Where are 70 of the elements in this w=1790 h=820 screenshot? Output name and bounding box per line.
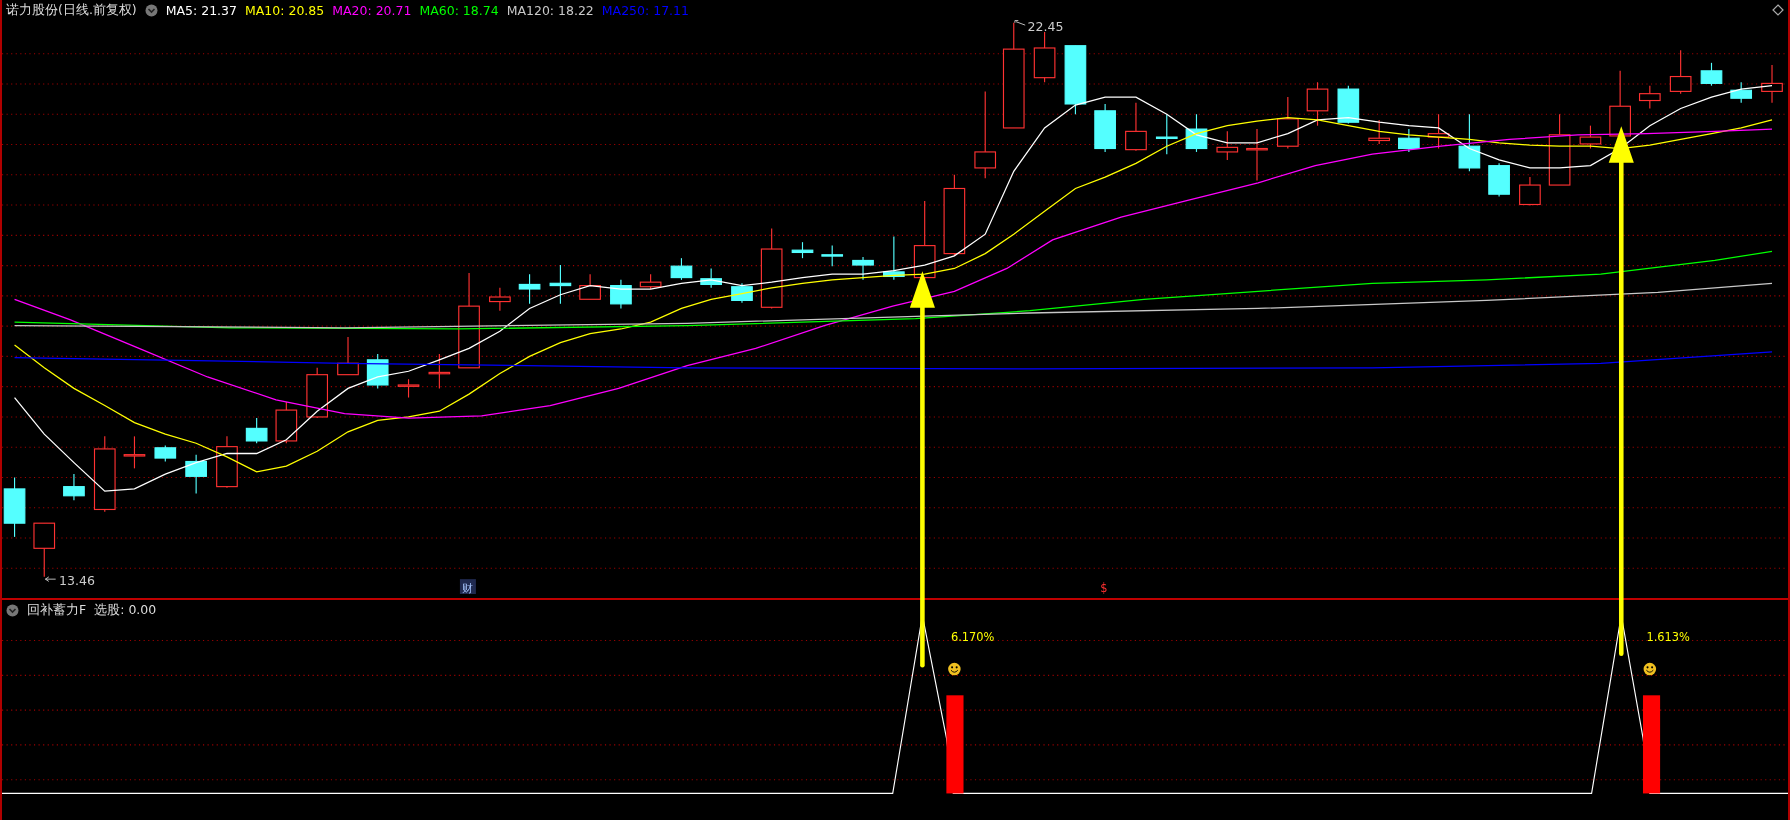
candlestick: [123, 435, 146, 469]
diamond-icon[interactable]: [1772, 4, 1784, 16]
candlestick: [1155, 113, 1178, 155]
candlestick: [1458, 113, 1481, 172]
candlestick: [185, 454, 207, 495]
candlestick: [1216, 130, 1239, 161]
candlestick: [1185, 113, 1208, 153]
candlestick: [1094, 103, 1116, 153]
indicator-title: 回补蓄力F: [27, 601, 87, 619]
high-price-label: 22.45: [1027, 20, 1064, 34]
candlestick: [1700, 62, 1723, 87]
candlestick: [1579, 125, 1602, 150]
candlestick: [1398, 128, 1420, 153]
candlestick: [670, 257, 693, 281]
candlestick: [1125, 102, 1147, 152]
candlestick: [489, 287, 511, 312]
candlestick: [3, 476, 26, 538]
moving-average-label: MA120: 18.22: [506, 2, 594, 18]
candlestick: [1488, 162, 1510, 198]
low-price-label: 13.46: [59, 572, 95, 588]
candlestick: [731, 282, 753, 304]
moving-average-label: MA60: 18.74: [419, 2, 499, 18]
candlestick: [518, 273, 541, 305]
candlestick: [610, 279, 632, 309]
candlestick: [579, 273, 601, 300]
candlestick: [1064, 45, 1087, 115]
smiley-icon: [948, 662, 961, 676]
candlestick: [306, 367, 328, 419]
candlestick: [1609, 70, 1631, 137]
indicator-reading: 选股: 0.00: [94, 601, 157, 619]
candlestick: [1427, 113, 1450, 150]
candlestick: [1033, 31, 1056, 83]
candlestick: [1306, 81, 1329, 127]
dropdown-icon[interactable]: [6, 603, 19, 617]
candlestick: [1761, 64, 1783, 104]
candlestick: [1368, 119, 1391, 145]
smiley-icon: [1643, 662, 1657, 676]
candlestick: [275, 401, 298, 444]
candlestick: [791, 241, 814, 259]
candlestick: [1246, 128, 1268, 182]
moving-average-label: MA250: 17.11: [601, 2, 689, 18]
candlestick: [366, 353, 389, 389]
candlestick: [549, 264, 572, 305]
dropdown-icon[interactable]: [144, 3, 158, 17]
moving-average-label: MA5: 21.37: [165, 2, 237, 18]
signal-percent: 6.170%: [950, 629, 995, 644]
candlestick: [397, 378, 420, 399]
candlestick: [154, 444, 177, 463]
candlestick: [33, 522, 56, 578]
candlestick: [1337, 85, 1360, 124]
candlestick: [821, 245, 844, 267]
candlestick: [852, 256, 874, 281]
moving-average-label: MA20: 20.71: [332, 2, 412, 18]
candlestick: [883, 235, 905, 281]
candlestick: [216, 435, 238, 489]
moving-average-label: MA10: 20.85: [245, 2, 325, 18]
candlestick: [1730, 81, 1753, 104]
candlestick: [63, 473, 85, 501]
candlestick: [428, 353, 451, 389]
candlestick: [1519, 176, 1541, 207]
candlestick: [1669, 49, 1692, 95]
candlestick: [700, 267, 722, 289]
dividend-marker[interactable]: $: [1100, 580, 1108, 595]
candlestick: [1639, 85, 1661, 110]
candlestick: [245, 417, 268, 444]
signal-percent: 1.613%: [1646, 629, 1690, 644]
candlestick: [337, 336, 359, 376]
candlestick: [639, 273, 662, 290]
candlestick: [1277, 96, 1299, 150]
chart-title: 诺力股份(日线.前复权): [6, 1, 137, 19]
